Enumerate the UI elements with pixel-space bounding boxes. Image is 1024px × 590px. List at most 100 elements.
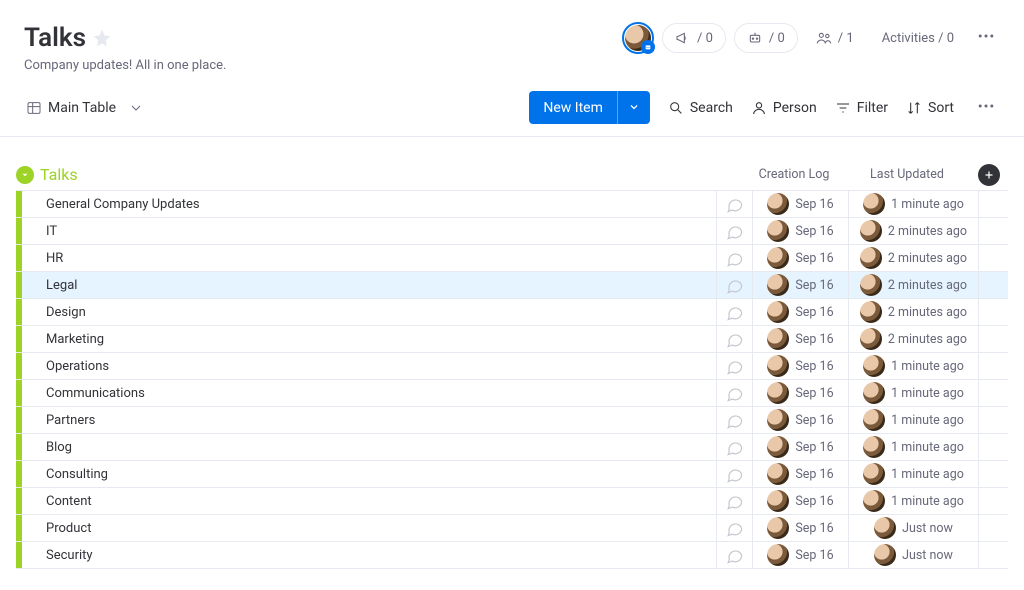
cell-creation-log[interactable]: Sep 16 bbox=[752, 272, 848, 298]
cell-last-updated[interactable]: 2 minutes ago bbox=[848, 326, 978, 352]
row-item-name[interactable]: Communications bbox=[44, 386, 716, 401]
row-item-name[interactable]: HR bbox=[44, 251, 716, 266]
new-item-button[interactable]: New Item bbox=[529, 91, 650, 124]
row-item-name[interactable]: Legal bbox=[44, 278, 716, 293]
table-row[interactable]: Security Sep 16Just now bbox=[16, 542, 1008, 569]
row-conversation-icon[interactable] bbox=[716, 488, 752, 514]
cell-last-updated[interactable]: 1 minute ago bbox=[848, 488, 978, 514]
row-item-name[interactable]: Design bbox=[44, 305, 716, 320]
cell-last-updated[interactable]: 1 minute ago bbox=[848, 434, 978, 460]
row-conversation-icon[interactable] bbox=[716, 272, 752, 298]
search-button[interactable]: Search bbox=[668, 100, 733, 116]
cell-creation-log[interactable]: Sep 16 bbox=[752, 488, 848, 514]
table-row[interactable]: Communications Sep 161 minute ago bbox=[16, 380, 1008, 407]
table-row[interactable]: Blog Sep 161 minute ago bbox=[16, 434, 1008, 461]
cell-creation-log[interactable]: Sep 16 bbox=[752, 326, 848, 352]
person-label: Person bbox=[773, 100, 817, 116]
person-filter-button[interactable]: Person bbox=[751, 100, 817, 116]
row-item-name[interactable]: Security bbox=[44, 548, 716, 563]
avatar bbox=[863, 463, 885, 485]
row-conversation-icon[interactable] bbox=[716, 218, 752, 244]
activities-button[interactable]: Activities / 0 bbox=[872, 25, 964, 52]
group-title[interactable]: Talks bbox=[40, 165, 78, 184]
table-row[interactable]: Marketing Sep 162 minutes ago bbox=[16, 326, 1008, 353]
cell-creation-log[interactable]: Sep 16 bbox=[752, 515, 848, 541]
row-conversation-icon[interactable] bbox=[716, 245, 752, 271]
cell-last-updated[interactable]: 2 minutes ago bbox=[848, 218, 978, 244]
cell-creation-log[interactable]: Sep 16 bbox=[752, 245, 848, 271]
star-icon[interactable] bbox=[92, 28, 112, 48]
row-item-name[interactable]: Product bbox=[44, 521, 716, 536]
header-more-icon[interactable] bbox=[972, 22, 1000, 54]
cell-last-updated[interactable]: 2 minutes ago bbox=[848, 245, 978, 271]
avatar bbox=[767, 274, 789, 296]
cell-last-updated[interactable]: Just now bbox=[848, 515, 978, 541]
row-item-name[interactable]: Content bbox=[44, 494, 716, 509]
robots-pill[interactable]: / 0 bbox=[734, 23, 798, 53]
table-row[interactable]: Legal Sep 162 minutes ago bbox=[16, 272, 1008, 299]
members-pill[interactable]: / 1 bbox=[806, 24, 864, 52]
cell-last-updated[interactable]: 1 minute ago bbox=[848, 380, 978, 406]
cell-creation-log[interactable]: Sep 16 bbox=[752, 434, 848, 460]
row-item-name[interactable]: Operations bbox=[44, 359, 716, 374]
add-column-button[interactable] bbox=[978, 164, 1000, 186]
avatar bbox=[874, 517, 896, 539]
group-collapse-button[interactable] bbox=[16, 166, 34, 184]
table-row[interactable]: Consulting Sep 161 minute ago bbox=[16, 461, 1008, 488]
guests-pill[interactable]: / 0 bbox=[662, 23, 726, 53]
table-row[interactable]: HR Sep 162 minutes ago bbox=[16, 245, 1008, 272]
row-item-name[interactable]: Partners bbox=[44, 413, 716, 428]
row-conversation-icon[interactable] bbox=[716, 299, 752, 325]
new-item-dropdown[interactable] bbox=[617, 91, 650, 124]
cell-last-updated[interactable]: 1 minute ago bbox=[848, 353, 978, 379]
cell-creation-log[interactable]: Sep 16 bbox=[752, 407, 848, 433]
cell-last-updated[interactable]: Just now bbox=[848, 542, 978, 568]
row-item-name[interactable]: General Company Updates bbox=[44, 197, 716, 212]
cell-last-updated[interactable]: 2 minutes ago bbox=[848, 272, 978, 298]
table-row[interactable]: IT Sep 162 minutes ago bbox=[16, 218, 1008, 245]
board-title[interactable]: Talks bbox=[24, 23, 86, 53]
cell-last-updated[interactable]: 1 minute ago bbox=[848, 191, 978, 217]
row-conversation-icon[interactable] bbox=[716, 353, 752, 379]
cell-creation-log[interactable]: Sep 16 bbox=[752, 353, 848, 379]
board-owner-avatar[interactable] bbox=[622, 22, 654, 54]
view-tab-main-table[interactable]: Main Table bbox=[24, 96, 146, 120]
table-row[interactable]: Partners Sep 161 minute ago bbox=[16, 407, 1008, 434]
table-row[interactable]: Operations Sep 161 minute ago bbox=[16, 353, 1008, 380]
sort-button[interactable]: Sort bbox=[906, 100, 954, 116]
cell-creation-log[interactable]: Sep 16 bbox=[752, 191, 848, 217]
row-item-name[interactable]: Marketing bbox=[44, 332, 716, 347]
row-conversation-icon[interactable] bbox=[716, 191, 752, 217]
cell-creation-log[interactable]: Sep 16 bbox=[752, 461, 848, 487]
row-conversation-icon[interactable] bbox=[716, 542, 752, 568]
cell-last-updated[interactable]: 1 minute ago bbox=[848, 407, 978, 433]
cell-creation-log[interactable]: Sep 16 bbox=[752, 380, 848, 406]
robots-count: / 0 bbox=[769, 31, 785, 46]
row-conversation-icon[interactable] bbox=[716, 515, 752, 541]
toolbar-more-icon[interactable] bbox=[972, 92, 1000, 124]
table-icon bbox=[26, 100, 42, 116]
cell-creation-log[interactable]: Sep 16 bbox=[752, 299, 848, 325]
row-item-name[interactable]: Blog bbox=[44, 440, 716, 455]
cell-last-updated[interactable]: 2 minutes ago bbox=[848, 299, 978, 325]
row-conversation-icon[interactable] bbox=[716, 434, 752, 460]
row-item-name[interactable]: Consulting bbox=[44, 467, 716, 482]
table-row[interactable]: General Company Updates Sep 161 minute ag… bbox=[16, 191, 1008, 218]
cell-creation-log[interactable]: Sep 16 bbox=[752, 218, 848, 244]
row-conversation-icon[interactable] bbox=[716, 326, 752, 352]
row-conversation-icon[interactable] bbox=[716, 380, 752, 406]
row-conversation-icon[interactable] bbox=[716, 407, 752, 433]
row-item-name[interactable]: IT bbox=[44, 224, 716, 239]
table-row[interactable]: Content Sep 161 minute ago bbox=[16, 488, 1008, 515]
filter-button[interactable]: Filter bbox=[835, 100, 888, 116]
row-conversation-icon[interactable] bbox=[716, 461, 752, 487]
row-color-bar bbox=[16, 353, 22, 379]
column-header-creation[interactable]: Creation Log bbox=[746, 167, 842, 182]
cell-creation-log[interactable]: Sep 16 bbox=[752, 542, 848, 568]
cell-last-updated[interactable]: 1 minute ago bbox=[848, 461, 978, 487]
column-header-updated[interactable]: Last Updated bbox=[842, 167, 972, 182]
table-row[interactable]: Design Sep 162 minutes ago bbox=[16, 299, 1008, 326]
board-subtitle[interactable]: Company updates! All in one place. bbox=[24, 58, 1000, 73]
table-row[interactable]: Product Sep 16Just now bbox=[16, 515, 1008, 542]
row-color-bar bbox=[16, 380, 22, 406]
